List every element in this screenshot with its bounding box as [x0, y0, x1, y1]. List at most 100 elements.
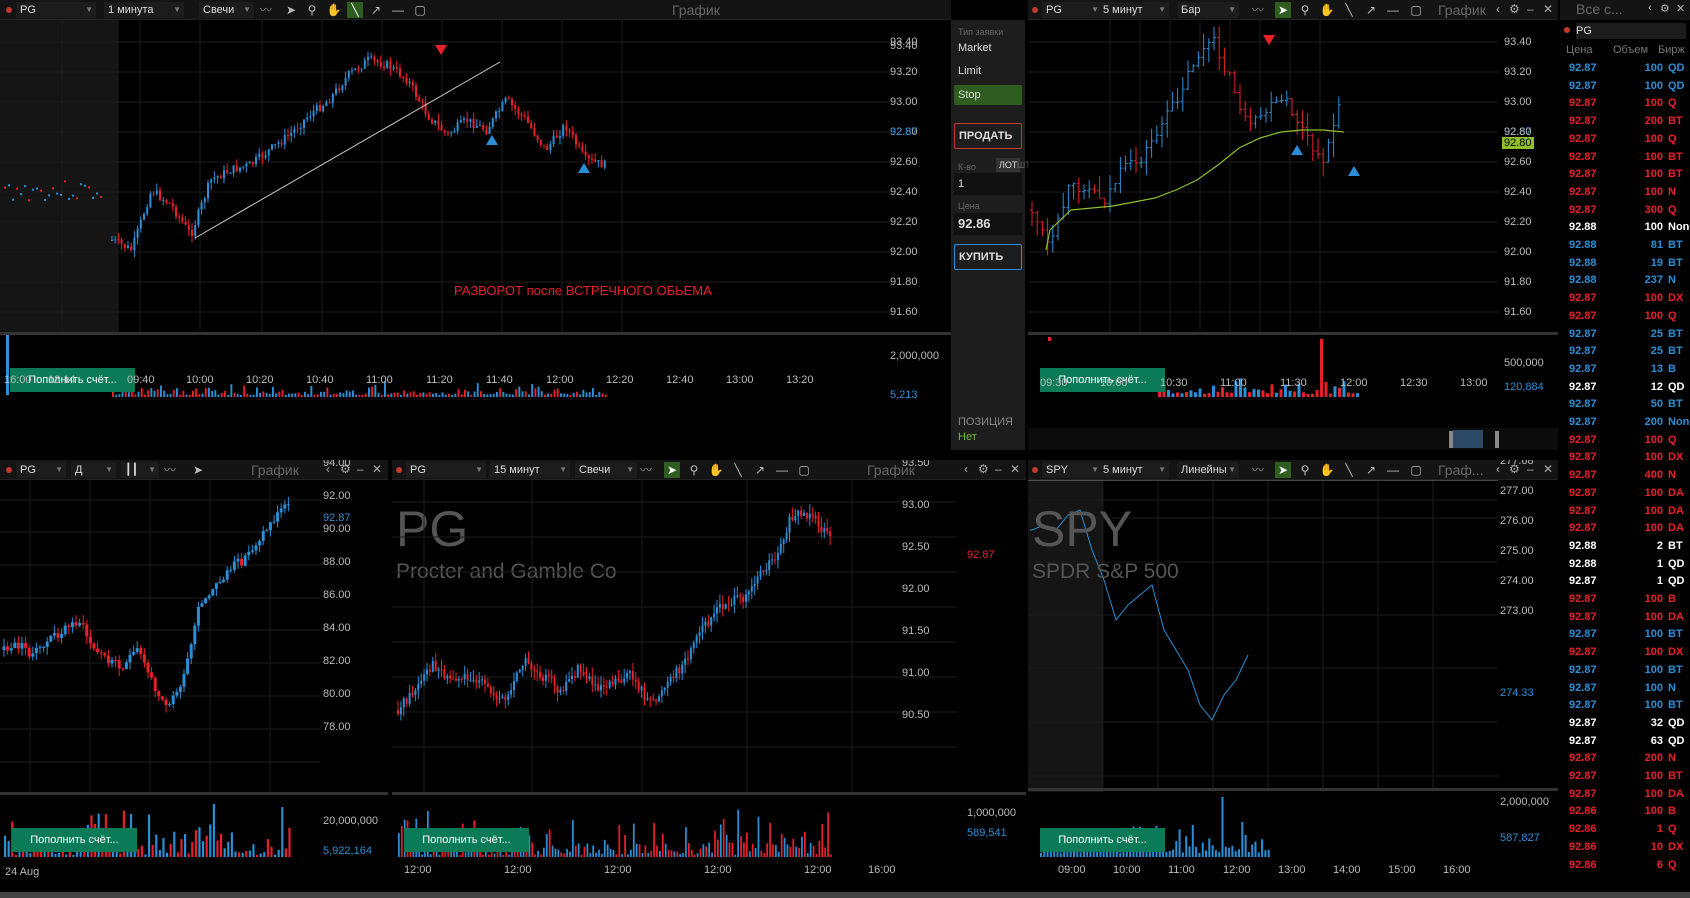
hand-icon[interactable]: ✋ — [708, 462, 724, 478]
tape-row[interactable]: 92.87 100 Q — [1560, 310, 1690, 328]
gear-icon[interactable]: ⚙ — [978, 462, 989, 476]
link-indicator-icon[interactable] — [1032, 7, 1038, 13]
hline-icon[interactable]: — — [1385, 462, 1401, 478]
tape-row[interactable]: 92.87 13 B — [1560, 363, 1690, 381]
tape-row[interactable]: 92.88 237 N — [1560, 274, 1690, 292]
symbol-field[interactable]: PG ▼ — [406, 462, 486, 478]
zoom-icon[interactable]: ⚲ — [1297, 462, 1313, 478]
tape-row[interactable]: 92.88 2 BT — [1560, 540, 1690, 558]
indicators-icon[interactable]: 〰 — [638, 462, 654, 478]
tape-row[interactable]: 92.87 400 N — [1560, 469, 1690, 487]
frame-icon[interactable]: ▢ — [412, 2, 428, 18]
tape-row[interactable]: 92.86 1 Q — [1560, 823, 1690, 841]
tape-row[interactable]: 92.86 100 B — [1560, 805, 1690, 823]
chart-type-select[interactable]: Бар ▼ — [1177, 2, 1239, 18]
symbol-field[interactable]: SPY ▼ — [1042, 462, 1102, 478]
price-plot[interactable] — [392, 480, 957, 792]
tape-row[interactable]: 92.87 100 DA — [1560, 788, 1690, 806]
tape-row[interactable]: 92.88 100 None — [1560, 221, 1690, 239]
price-input[interactable]: 92.86 — [954, 213, 1022, 235]
hline-icon[interactable]: — — [1385, 2, 1401, 18]
tape-row[interactable]: 92.87 100 BT — [1560, 770, 1690, 788]
tape-row[interactable]: 92.87 300 Q — [1560, 204, 1690, 222]
zoom-icon[interactable]: ⚲ — [304, 2, 320, 18]
deposit-button[interactable]: Пополнить счёт... — [1040, 828, 1165, 852]
minimize-icon[interactable]: – — [995, 462, 1002, 476]
pointer-icon[interactable]: ➤ — [664, 462, 680, 478]
indicators-icon[interactable]: 〰 — [1250, 462, 1266, 478]
tape-row[interactable]: 92.87 1 QD — [1560, 575, 1690, 593]
tape-row[interactable]: 92.87 100 DA — [1560, 611, 1690, 629]
tape-row[interactable]: 92.87 100 QD — [1560, 62, 1690, 80]
chart-type-select[interactable]: Свечи ▼ — [199, 2, 254, 18]
tape-row[interactable]: 92.87 200 None — [1560, 416, 1690, 434]
tape-row[interactable]: 92.87 200 N — [1560, 752, 1690, 770]
tape-row[interactable]: 92.87 100 B — [1560, 593, 1690, 611]
symbol-field[interactable]: PG ▼ — [16, 462, 66, 478]
tape-row[interactable]: 92.87 100 DA — [1560, 487, 1690, 505]
close-icon[interactable]: ✕ — [1010, 462, 1020, 476]
interval-select[interactable]: Д ▼ — [71, 462, 116, 478]
interval-select[interactable]: 1 минута ▼ — [104, 2, 184, 18]
indicators-icon[interactable]: 〰 — [162, 462, 178, 478]
prev-icon[interactable]: ‹ — [1496, 2, 1500, 16]
gear-icon[interactable]: ⚙ — [1509, 2, 1520, 16]
tape-row[interactable]: 92.87 100 DX — [1560, 451, 1690, 469]
gear-icon[interactable]: ⚙ — [1660, 2, 1670, 15]
pointer-icon[interactable]: ➤ — [190, 462, 206, 478]
tape-row[interactable]: 92.87 100 N — [1560, 186, 1690, 204]
tape-row[interactable]: 92.87 100 DX — [1560, 646, 1690, 664]
close-icon[interactable]: ✕ — [1676, 2, 1685, 15]
indicators-icon[interactable]: 〰 — [1250, 2, 1266, 18]
symbol-field[interactable]: PG ▼ — [1042, 2, 1102, 18]
arrow-icon[interactable]: ↗ — [1363, 462, 1379, 478]
tape-row[interactable]: 92.87 100 BT — [1560, 664, 1690, 682]
price-plot[interactable]: 93.40 — [0, 20, 918, 332]
hand-icon[interactable]: ✋ — [326, 2, 342, 18]
tape-row[interactable]: 92.86 6 Q — [1560, 859, 1690, 877]
tape-row[interactable]: 92.88 1 QD — [1560, 558, 1690, 576]
tape-row[interactable]: 92.87 100 DA — [1560, 522, 1690, 540]
trendline-icon[interactable]: ╲ — [1341, 462, 1357, 478]
chart-annotation[interactable]: РАЗВОРОТ после ВСТРЕЧНОГО ОБЬЕМА — [454, 283, 712, 298]
close-icon[interactable]: ✕ — [372, 462, 382, 476]
link-indicator-icon[interactable] — [1564, 27, 1570, 33]
link-indicator-icon[interactable] — [6, 467, 12, 473]
frame-icon[interactable]: ▢ — [1408, 2, 1424, 18]
order-type-market[interactable]: Market — [954, 38, 1022, 58]
interval-select[interactable]: 5 минут ▼ — [1099, 462, 1169, 478]
tape-row[interactable]: 92.87 100 DA — [1560, 505, 1690, 523]
tape-row[interactable]: 92.87 25 BT — [1560, 328, 1690, 346]
arrow-icon[interactable]: ↗ — [752, 462, 768, 478]
zoom-icon[interactable]: ⚲ — [686, 462, 702, 478]
tape-row[interactable]: 92.87 100 N — [1560, 682, 1690, 700]
deposit-button[interactable]: Пополнить счёт... — [404, 828, 529, 852]
hline-icon[interactable]: — — [774, 462, 790, 478]
tape-row[interactable]: 92.87 100 Q — [1560, 97, 1690, 115]
indicators-icon[interactable]: 〰 — [258, 2, 274, 18]
tape-row[interactable]: 92.87 32 QD — [1560, 717, 1690, 735]
buy-button[interactable]: КУПИТЬ — [954, 244, 1022, 270]
tape-row[interactable]: 92.88 81 BT — [1560, 239, 1690, 257]
sell-button[interactable]: ПРОДАТЬ — [954, 123, 1022, 149]
tape-row[interactable]: 92.87 25 BT — [1560, 345, 1690, 363]
link-indicator-icon[interactable] — [1032, 467, 1038, 473]
qty-input[interactable]: 1 — [954, 173, 1022, 195]
arrow-icon[interactable]: ↗ — [1363, 2, 1379, 18]
hline-icon[interactable]: — — [390, 2, 406, 18]
symbol-field[interactable]: PG ▼ — [16, 2, 96, 18]
tape-row[interactable]: 92.87 12 QD — [1560, 381, 1690, 399]
pointer-icon[interactable]: ➤ — [283, 2, 299, 18]
hand-icon[interactable]: ✋ — [1319, 462, 1335, 478]
tape-filter[interactable]: Все с... — [1576, 1, 1623, 17]
close-icon[interactable]: ✕ — [1543, 2, 1553, 16]
hand-icon[interactable]: ✋ — [1319, 2, 1335, 18]
link-indicator-icon[interactable] — [396, 467, 402, 473]
frame-icon[interactable]: ▢ — [796, 462, 812, 478]
trendline-icon[interactable]: ╲ — [1341, 2, 1357, 18]
pointer-icon[interactable]: ➤ — [1275, 462, 1291, 478]
tape-row[interactable]: 92.88 19 BT — [1560, 257, 1690, 275]
trendline-icon[interactable]: ╲ — [730, 462, 746, 478]
chart-type-select[interactable]: Линейны ▼ — [1177, 462, 1239, 478]
deposit-button[interactable]: Пополнить счёт... — [12, 828, 137, 852]
